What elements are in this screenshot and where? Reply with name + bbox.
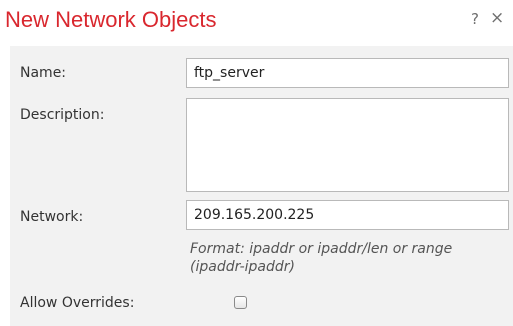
allow-overrides-checkbox[interactable] (234, 296, 247, 309)
new-network-objects-dialog: New Network Objects ? × Name: Descriptio… (0, 0, 513, 326)
name-label: Name: (20, 65, 67, 81)
network-label: Network: (20, 209, 84, 225)
help-icon[interactable]: ? (471, 10, 479, 28)
description-textarea[interactable] (186, 98, 509, 192)
network-input[interactable] (186, 200, 509, 230)
allow-overrides-label: Allow Overrides: (20, 295, 135, 311)
close-icon[interactable]: × (490, 8, 504, 28)
description-label: Description: (20, 107, 105, 123)
network-format-hint: Format: ipaddr or ipaddr/len or range (i… (190, 241, 453, 275)
name-input[interactable] (186, 58, 509, 88)
dialog-title: New Network Objects (5, 7, 217, 32)
